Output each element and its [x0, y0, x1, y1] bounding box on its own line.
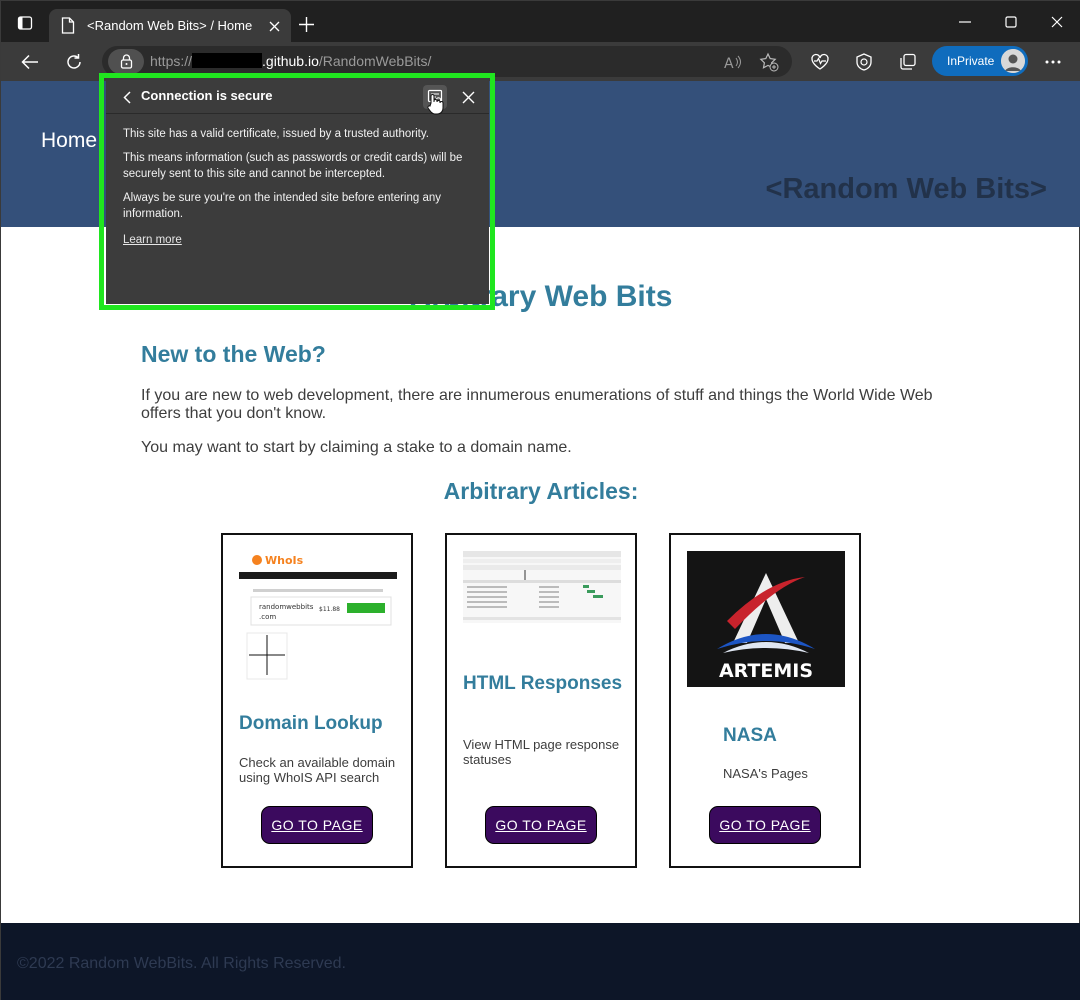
learn-more-link[interactable]: Learn more: [123, 234, 182, 246]
extensions-icon[interactable]: [853, 51, 875, 73]
browser-tab[interactable]: <Random Web Bits> / Home: [49, 9, 291, 42]
intro-paragraph-2: You may want to start by claiming a stak…: [141, 439, 572, 456]
intro-heading: New to the Web?: [141, 341, 326, 367]
svg-text:A: A: [724, 56, 734, 70]
artemis-logo-text: ARTEMIS: [719, 660, 813, 682]
more-options-icon[interactable]: [1041, 50, 1065, 74]
url-text: https:// .github.io/RandomWebBits/: [150, 53, 431, 69]
site-title: <Random Web Bits>: [765, 173, 1047, 205]
inprivate-badge[interactable]: InPrivate: [932, 46, 1028, 76]
new-tab-icon[interactable]: [295, 13, 317, 35]
svg-text:.com: .com: [259, 613, 276, 621]
card-title: HTML Responses: [463, 673, 623, 694]
minimize-icon[interactable]: [950, 9, 980, 35]
read-aloud-icon[interactable]: A: [723, 52, 743, 72]
popup-warning-text: Always be sure you're on the intended si…: [123, 192, 442, 220]
card-description: NASA's Pages: [723, 766, 808, 781]
article-card-domain-lookup: WhoIs randomwebbits .com $11.88 Domain L…: [221, 533, 413, 868]
inprivate-label: InPrivate: [947, 54, 995, 68]
url-path: /RandomWebBits/: [318, 53, 432, 69]
popup-close-icon[interactable]: [458, 87, 478, 107]
back-chevron-icon[interactable]: [120, 88, 134, 106]
go-to-page-button[interactable]: GO TO PAGE: [709, 806, 821, 844]
browser-window: <Random Web Bits> / Home https:// .githu…: [0, 0, 1080, 1000]
artemis-logo-image: ARTEMIS: [687, 551, 845, 687]
intro-paragraph: If you are new to web development, there…: [141, 387, 933, 422]
whois-thumbnail: WhoIs randomwebbits .com $11.88: [239, 551, 397, 681]
footer-copyright: ©2022 Random WebBits. All Rights Reserve…: [17, 955, 346, 972]
nav-home-link[interactable]: Home: [41, 129, 97, 153]
popup-title: Connection is secure: [141, 88, 273, 103]
whois-brand-text: WhoIs: [265, 554, 304, 567]
maximize-icon[interactable]: [996, 9, 1026, 35]
redacted-block: [192, 53, 263, 68]
articles-heading: Arbitrary Articles:: [443, 478, 639, 504]
tab-bar: <Random Web Bits> / Home: [1, 1, 1080, 42]
site-footer: ©2022 Random WebBits. All Rights Reserve…: [1, 923, 1080, 1000]
popup-certificate-text: This site has a valid certificate, issue…: [123, 128, 429, 140]
hand-cursor-icon: [426, 93, 444, 120]
card-description: Check an available domain using WhoIS AP…: [239, 755, 396, 785]
go-to-page-button[interactable]: GO TO PAGE: [261, 806, 373, 844]
go-to-page-button[interactable]: GO TO PAGE: [485, 806, 597, 844]
close-window-icon[interactable]: [1042, 9, 1072, 35]
svg-text:randomwebbits: randomwebbits: [259, 603, 314, 611]
refresh-icon[interactable]: [62, 50, 86, 74]
page-icon: [61, 17, 75, 39]
avatar: [1001, 49, 1025, 73]
tab-actions-icon[interactable]: [13, 11, 37, 35]
url-host: .github.io: [262, 53, 319, 69]
browser-essentials-icon[interactable]: [809, 51, 831, 73]
tab-close-icon[interactable]: [265, 17, 283, 35]
lock-icon[interactable]: [108, 49, 144, 74]
collections-icon[interactable]: [897, 51, 919, 73]
url-scheme: https://: [150, 53, 193, 69]
card-title: Domain Lookup: [239, 713, 383, 734]
popup-secure-text: This means information (such as password…: [123, 152, 463, 180]
card-description: View HTML page response statuses: [463, 737, 620, 767]
network-screenshot-thumbnail: [463, 551, 621, 623]
article-card-html-responses: HTML Responses View HTML page response s…: [445, 533, 637, 868]
add-favorite-icon[interactable]: [759, 52, 779, 72]
back-arrow-icon[interactable]: [18, 50, 42, 74]
article-card-nasa: ARTEMIS NASA NASA's Pages GO TO PAGE: [669, 533, 861, 868]
whois-price-text: $11.88: [319, 606, 340, 613]
tab-title: <Random Web Bits> / Home: [87, 18, 253, 33]
card-title: NASA: [723, 725, 777, 746]
